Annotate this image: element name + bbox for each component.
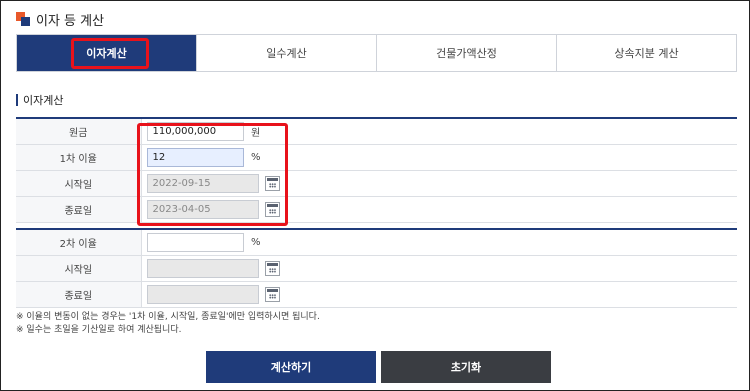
end-date-2-field[interactable] bbox=[146, 284, 259, 304]
page-title: 이자 등 계산 bbox=[36, 13, 105, 29]
principal-label: 원금 bbox=[16, 118, 142, 145]
note-line: ※ 이율의 변동이 없는 경우는 '1차 이율, 시작일, 종료일'에만 입력하… bbox=[16, 312, 320, 322]
tab-interest[interactable]: 이자계산 bbox=[17, 35, 197, 71]
calendar-icon[interactable] bbox=[265, 201, 280, 217]
end-date-label: 종료일 bbox=[16, 196, 142, 223]
calendar-icon[interactable] bbox=[265, 260, 280, 276]
section-title: 이자계산 bbox=[16, 93, 63, 107]
start-date-2-label: 시작일 bbox=[16, 255, 142, 282]
end-date-2-label: 종료일 bbox=[16, 281, 142, 308]
logo-icon bbox=[16, 12, 30, 26]
form-row-rate1: 1차 이율 12 % bbox=[16, 144, 737, 171]
tab-inheritance-share[interactable]: 상속지분 계산 bbox=[557, 35, 736, 71]
section-bar bbox=[16, 94, 18, 106]
tab-bar: 이자계산 일수계산 건물가액산정 상속지분 계산 bbox=[16, 34, 737, 72]
form-row-end1: 종료일 2023-04-05 bbox=[16, 196, 737, 223]
notes: ※ 이율의 변동이 없는 경우는 '1차 이율, 시작일, 종료일'에만 입력하… bbox=[16, 311, 320, 337]
tab-days[interactable]: 일수계산 bbox=[197, 35, 377, 71]
form-row-start1: 시작일 2022-09-15 bbox=[16, 170, 737, 197]
start-date-field[interactable]: 2022-09-15 bbox=[146, 173, 259, 193]
form-row-end2: 종료일 bbox=[16, 281, 737, 308]
rate2-unit: % bbox=[251, 236, 261, 248]
end-date-field[interactable]: 2023-04-05 bbox=[146, 199, 259, 219]
secondary-form: 2차 이율 % 시작일 종료일 bbox=[16, 228, 737, 308]
form-row-rate2: 2차 이율 % bbox=[16, 229, 737, 256]
calendar-icon[interactable] bbox=[265, 175, 280, 191]
form-row-principal: 원금 110,000,000 원 bbox=[16, 118, 737, 145]
rate2-label: 2차 이율 bbox=[16, 229, 142, 256]
tab-building-value-label: 건물가액산정 bbox=[436, 47, 497, 60]
calendar-icon[interactable] bbox=[265, 286, 280, 302]
start-date-2-field[interactable] bbox=[146, 258, 259, 278]
form-row-start2: 시작일 bbox=[16, 255, 737, 282]
header: 이자 등 계산 bbox=[16, 9, 104, 29]
section-title-text: 이자계산 bbox=[23, 94, 64, 107]
principal-unit: 원 bbox=[251, 127, 261, 139]
tab-building-value[interactable]: 건물가액산정 bbox=[377, 35, 557, 71]
note-line: ※ 일수는 초일을 기산일로 하여 계산됩니다. bbox=[16, 325, 182, 335]
rate2-input[interactable] bbox=[146, 232, 244, 252]
start-date-label: 시작일 bbox=[16, 170, 142, 197]
calculate-button[interactable]: 계산하기 bbox=[206, 351, 376, 383]
rate1-unit: % bbox=[251, 151, 261, 163]
rate1-label: 1차 이율 bbox=[16, 144, 142, 171]
tab-days-label: 일수계산 bbox=[266, 47, 307, 60]
tab-highlight-box bbox=[71, 38, 149, 69]
reset-button[interactable]: 초기화 bbox=[381, 351, 551, 383]
rate1-input[interactable]: 12 bbox=[146, 147, 244, 167]
principal-input[interactable]: 110,000,000 bbox=[146, 121, 244, 141]
primary-form: 원금 110,000,000 원 1차 이율 12 % 시작일 2022-09-… bbox=[16, 117, 737, 223]
tab-inheritance-share-label: 상속지분 계산 bbox=[614, 47, 679, 60]
